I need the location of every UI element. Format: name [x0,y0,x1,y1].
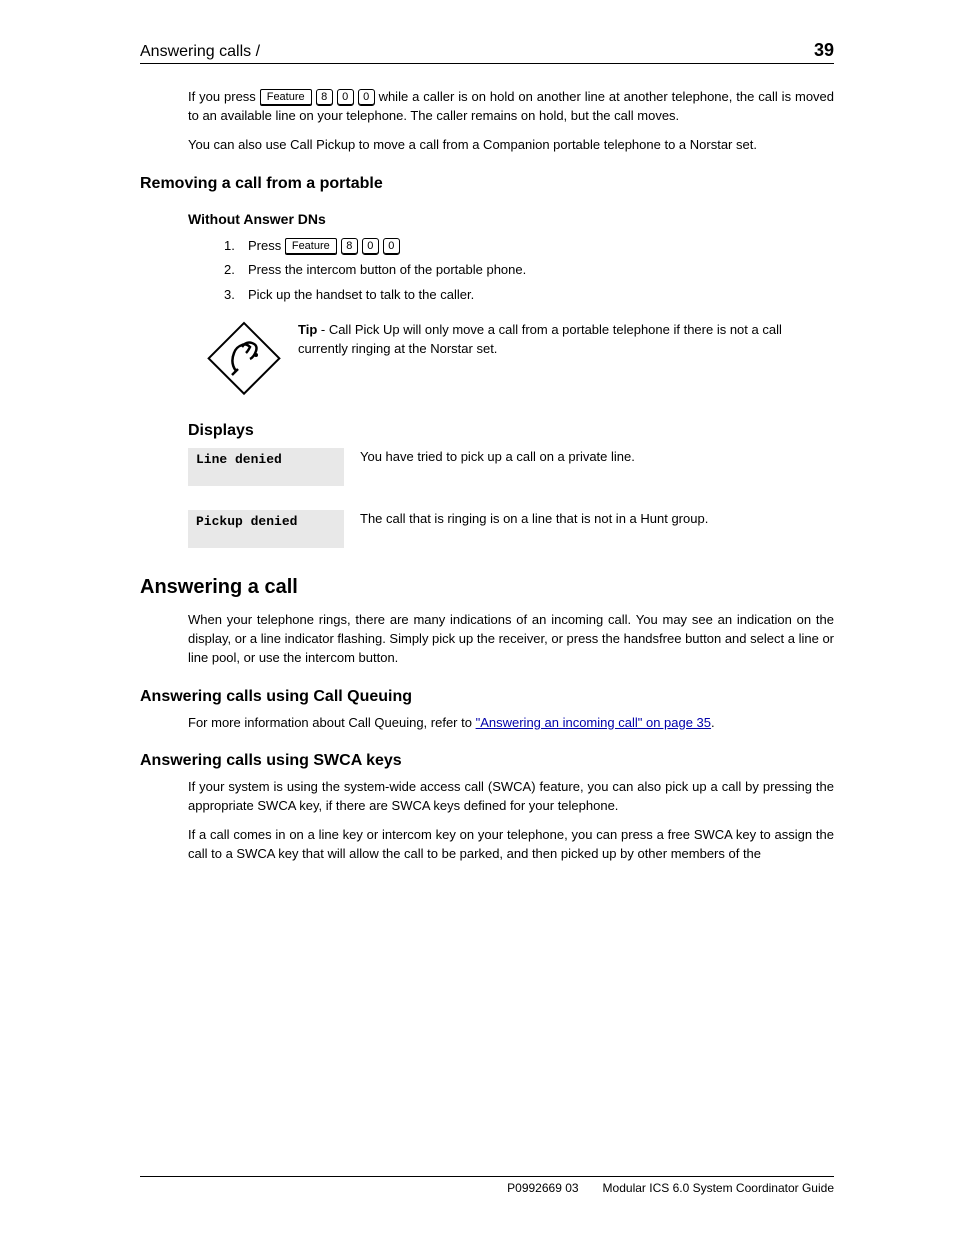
heading-call-queuing: Answering calls using Call Queuing [140,688,834,706]
digit-key-0[interactable]: 0 [337,89,354,106]
callqueue-paragraph: For more information about Call Queuing,… [188,714,834,733]
heading-remove-call: Removing a call from a portable [140,175,834,193]
step-3: 3. Pick up the handset to talk to the ca… [224,286,834,305]
feature-key[interactable]: Feature [260,89,312,106]
heading-swca: Answering calls using SWCA keys [140,752,834,770]
display-row-line-denied: Line denied You have tried to pick up a … [188,448,834,486]
display-desc: The call that is ringing is on a line th… [360,510,834,548]
digit-key-0[interactable]: 0 [362,238,379,255]
digit-key-0b[interactable]: 0 [358,89,375,106]
display-screen: Pickup denied [188,510,344,548]
tip-text: Tip - Call Pick Up will only move a call… [298,321,834,402]
digit-key-8[interactable]: 8 [341,238,358,255]
intro-paragraph-1: If you press Feature 8 0 0 while a calle… [188,88,834,126]
header-page-number: 39 [814,40,834,61]
digit-key-0b[interactable]: 0 [383,238,400,255]
heading-without-answer-dns: Without Answer DNs [188,211,834,227]
link-answering-incoming[interactable]: "Answering an incoming call" on page 35 [476,715,711,730]
answer-paragraph: When your telephone rings, there are man… [188,611,834,668]
heading-answering-call: Answering a call [140,576,834,599]
header-title: Answering calls / [140,43,260,61]
footer-docid: P0992669 03 [507,1181,578,1195]
step-1: 1. Press Feature 8 0 0 [224,237,834,256]
digit-key-8[interactable]: 8 [316,89,333,106]
swca-paragraph-2: If a call comes in on a line key or inte… [188,826,834,864]
heading-displays: Displays [188,422,834,440]
feature-key[interactable]: Feature [285,238,337,255]
footer-guide-title: Modular ICS 6.0 System Coordinator Guide [603,1181,834,1195]
tip-icon [206,321,282,402]
display-row-pickup-denied: Pickup denied The call that is ringing i… [188,510,834,548]
swca-paragraph-1: If your system is using the system-wide … [188,778,834,816]
display-desc: You have tried to pick up a call on a pr… [360,448,834,486]
intro-paragraph-2: You can also use Call Pickup to move a c… [188,136,834,155]
step-2: 2. Press the intercom button of the port… [224,261,834,280]
display-screen: Line denied [188,448,344,486]
